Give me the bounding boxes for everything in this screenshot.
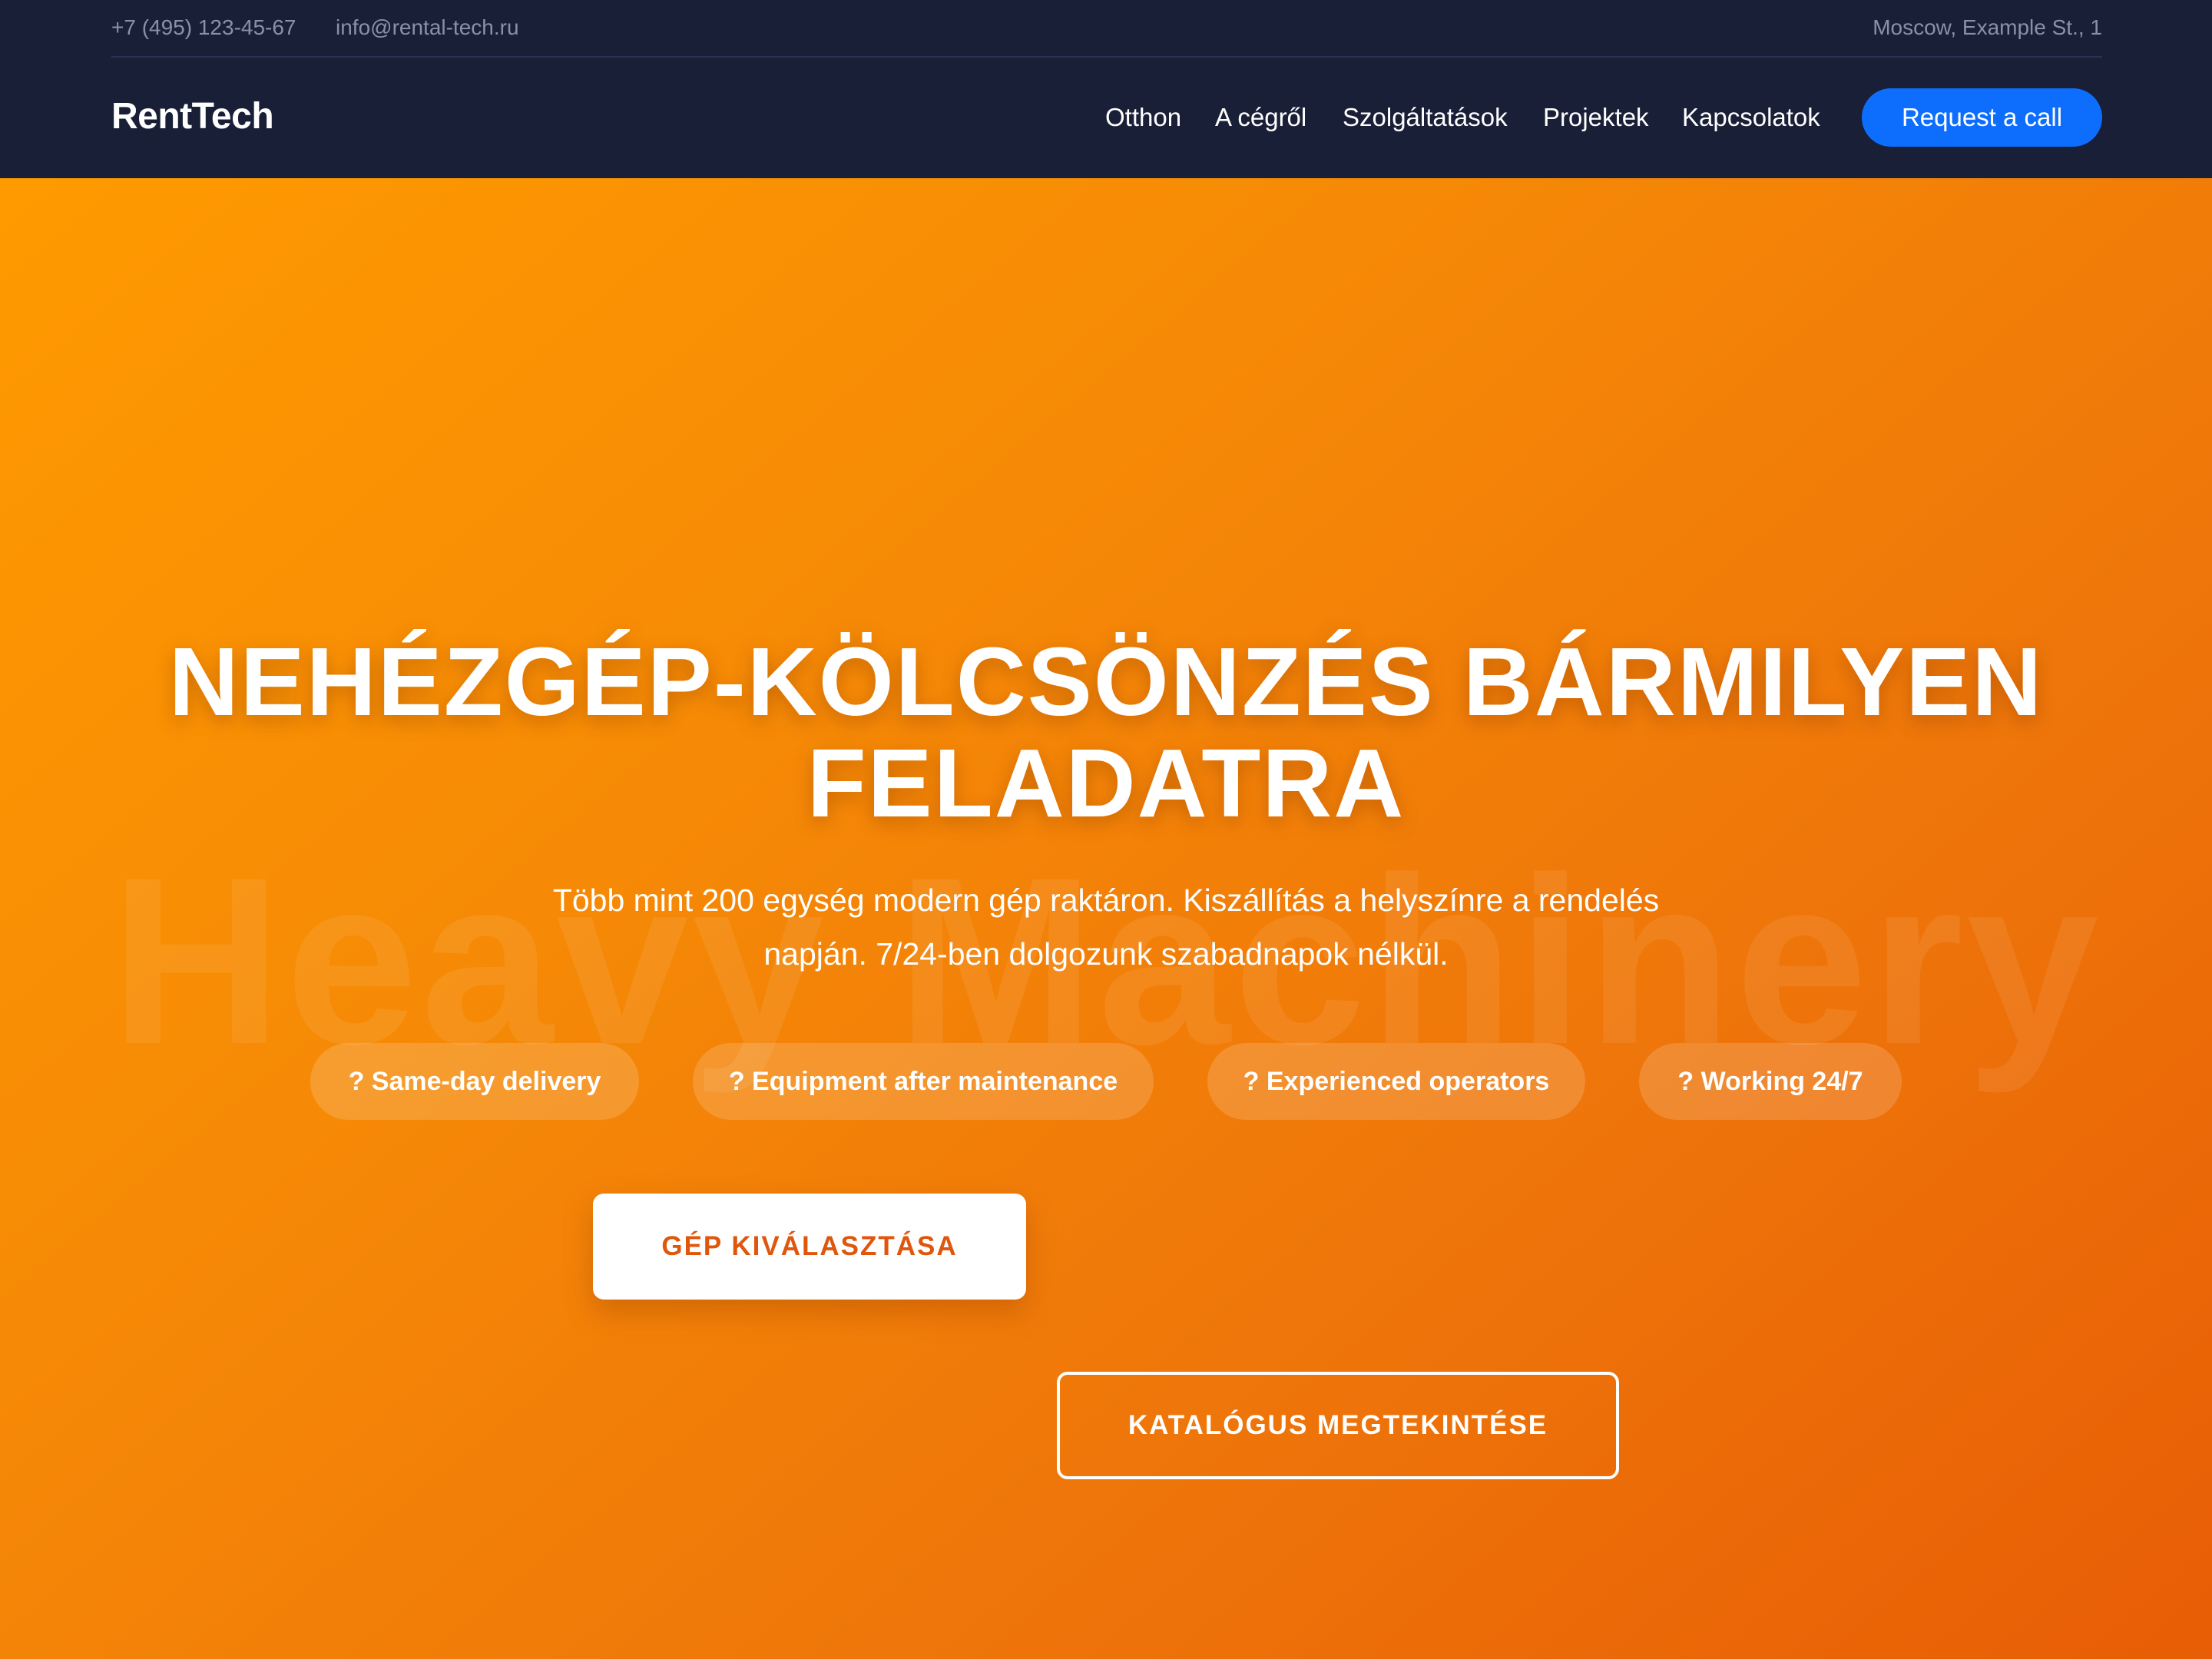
site-header: +7 (495) 123-45-67 info@rental-tech.ru M… <box>0 0 2212 178</box>
email-link[interactable]: info@rental-tech.ru <box>336 15 519 40</box>
feature-pill-maintenance: ? Equipment after maintenance <box>693 1043 1154 1120</box>
hero-section: Heavy Machinery NEHÉZGÉP-KÖLCSÖNZÉS BÁRM… <box>0 178 2212 1659</box>
nav-item-contacts[interactable]: Kapcsolatok <box>1682 103 1820 132</box>
hero-subtitle-line-1: Több mint 200 egység modern gép raktáron… <box>552 882 1660 918</box>
address-text: Moscow, Example St., 1 <box>1873 15 2102 39</box>
phone-link[interactable]: +7 (495) 123-45-67 <box>111 15 296 40</box>
select-machine-button[interactable]: GÉP KIVÁLASZTÁSA <box>593 1194 1026 1300</box>
topbar: +7 (495) 123-45-67 info@rental-tech.ru M… <box>111 0 2102 58</box>
logo[interactable]: RentTech <box>111 95 274 137</box>
nav-item-services[interactable]: Szolgáltatások <box>1343 103 1508 132</box>
nav-item-projects[interactable]: Projektek <box>1543 103 1649 132</box>
hero-title-line-2: FELADATRA <box>806 729 1406 837</box>
nav-item-home[interactable]: Otthon <box>1105 103 1181 132</box>
hero-subtitle: Több mint 200 egység modern gép raktáron… <box>430 873 1782 981</box>
nav-item-about[interactable]: A cégről <box>1215 103 1306 132</box>
hero-title-line-1: NEHÉZGÉP-KÖLCSÖNZÉS BÁRMILYEN <box>168 628 2044 736</box>
feature-pill-operators: ? Experienced operators <box>1207 1043 1585 1120</box>
feature-pill-delivery: ? Same-day delivery <box>310 1043 639 1120</box>
hero-title: NEHÉZGÉP-KÖLCSÖNZÉS BÁRMILYEN FELADATRA <box>108 631 2104 834</box>
feature-pill-24-7: ? Working 24/7 <box>1639 1043 1902 1120</box>
view-catalog-button[interactable]: KATALÓGUS MEGTEKINTÉSE <box>1057 1372 1619 1479</box>
request-call-button[interactable]: Request a call <box>1862 88 2102 147</box>
hero-subtitle-line-2: napján. 7/24-ben dolgozunk szabadnapok n… <box>763 936 1449 972</box>
